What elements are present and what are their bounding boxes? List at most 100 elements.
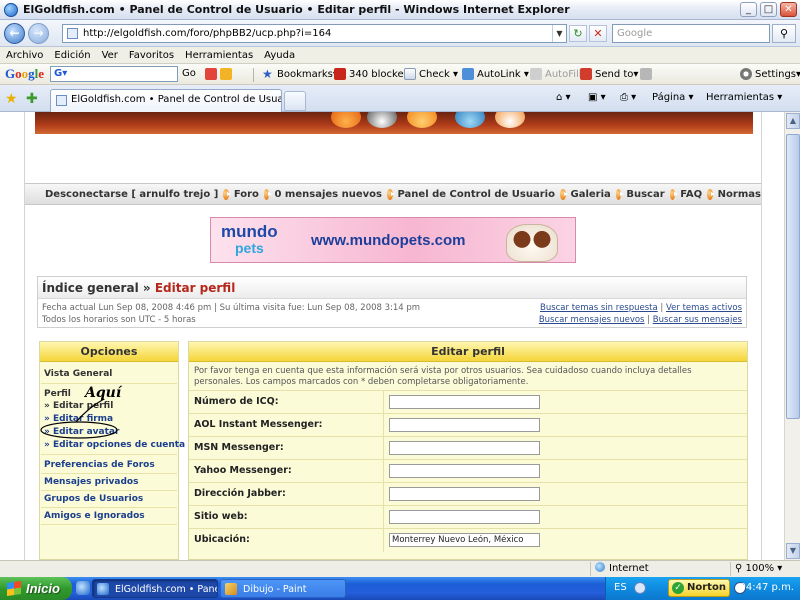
menu-favoritos[interactable]: Favoritos xyxy=(129,50,174,61)
scroll-up-icon[interactable]: ▲ xyxy=(786,113,800,129)
option-friends-foes[interactable]: Amigos e Ignorados xyxy=(44,511,145,521)
option-edit-account[interactable]: » Editar opciones de cuenta xyxy=(44,440,185,450)
nav-rules[interactable]: Normas xyxy=(718,189,761,200)
autolink-icon xyxy=(462,68,474,80)
annotation-text: Aquí xyxy=(85,385,122,401)
ad-logo-top: mundo xyxy=(221,222,278,241)
option-edit-signature[interactable]: » Editar firma xyxy=(44,414,113,424)
autolink-button[interactable]: AutoLink ▾ xyxy=(462,68,529,80)
option-edit-profile[interactable]: » Editar perfil xyxy=(44,401,113,411)
maximize-button[interactable]: □ xyxy=(760,2,777,17)
nav-user-control-panel[interactable]: Panel de Control de Usuario xyxy=(398,189,555,200)
autofill-button[interactable]: AutoFill xyxy=(530,68,582,80)
help-icon[interactable] xyxy=(634,582,646,594)
aim-field[interactable] xyxy=(389,418,540,432)
nav-forum[interactable]: Foro xyxy=(234,189,259,200)
send-to-button[interactable]: Send to▾ xyxy=(580,68,638,80)
favorites-star-icon[interactable]: ★ xyxy=(5,91,18,107)
link-active-topics[interactable]: Ver temas activos xyxy=(666,303,742,313)
bookmarks-button[interactable]: ★ Bookmarks▾ xyxy=(262,68,338,80)
option-edit-avatar[interactable]: » Editar avatar xyxy=(44,427,119,437)
menu-edicion[interactable]: Edición xyxy=(54,50,90,61)
vertical-scrollbar[interactable]: ▲ ▼ xyxy=(784,112,800,560)
start-button[interactable]: Inicio xyxy=(0,577,72,600)
zoom-level[interactable]: ⚲ 100% ▾ xyxy=(730,562,800,576)
divider xyxy=(41,524,177,525)
task-paint-window[interactable]: Dibujo - Paint xyxy=(220,579,346,598)
feeds-icon[interactable]: ▣ ▾ xyxy=(588,92,606,103)
website-field[interactable] xyxy=(389,510,540,524)
msn-field[interactable] xyxy=(389,441,540,455)
norton-tray-button[interactable]: ✓ Norton xyxy=(668,579,730,597)
news-icon[interactable] xyxy=(220,68,232,80)
url-dropdown-icon[interactable]: ▼ xyxy=(552,25,566,42)
menu-archivo[interactable]: Archivo xyxy=(6,50,43,61)
nav-faq[interactable]: FAQ xyxy=(680,189,702,200)
location-field[interactable] xyxy=(389,533,540,547)
popup-blocker[interactable]: 340 blocked xyxy=(334,68,410,80)
breadcrumb-separator: » xyxy=(142,281,151,295)
search-input[interactable]: Google xyxy=(612,24,770,43)
field-row-location: Ubicación: xyxy=(189,528,747,552)
scroll-down-icon[interactable]: ▼ xyxy=(786,543,800,559)
tab-label: ElGoldfish.com • Panel de Control de Usu… xyxy=(71,94,281,105)
link-unanswered-topics[interactable]: Buscar temas sin respuesta xyxy=(540,303,658,313)
new-tab-button[interactable] xyxy=(284,91,306,111)
ie-quicklaunch-icon[interactable] xyxy=(76,581,90,595)
goldfish-graphic xyxy=(495,112,525,128)
breadcrumb-current[interactable]: Editar perfil xyxy=(155,281,235,295)
menu-ayuda[interactable]: Ayuda xyxy=(264,50,295,61)
forward-button[interactable]: → xyxy=(28,23,49,44)
close-button[interactable]: ✕ xyxy=(780,2,797,17)
nav-search[interactable]: Buscar xyxy=(626,189,664,200)
edit-profile-title: Editar perfil xyxy=(189,342,747,362)
task-ie-window[interactable]: ElGoldfish.com • Pane... xyxy=(92,579,218,598)
google-go-button[interactable]: Go xyxy=(182,68,196,79)
breadcrumb-box: Índice general » Editar perfil Fecha act… xyxy=(37,276,747,328)
nav-bullet-icon xyxy=(386,188,395,200)
option-private-messages[interactable]: Mensajes privados xyxy=(44,477,138,487)
nav-logout[interactable]: Desconectarse [ arnulfo trejo ] xyxy=(45,189,218,200)
mundopets-ad-banner[interactable]: mundo pets www.mundopets.com xyxy=(210,217,576,263)
highlighter-icon[interactable] xyxy=(640,68,652,80)
option-user-groups[interactable]: Grupos de Usuarios xyxy=(44,494,143,504)
tab-elgoldfish[interactable]: ElGoldfish.com • Panel de Control de Usu… xyxy=(50,89,282,112)
google-search-input[interactable]: G▾ xyxy=(50,66,178,82)
minimize-button[interactable]: _ xyxy=(740,2,757,17)
menu-herramientas[interactable]: Herramientas xyxy=(185,50,253,61)
label-location: Ubicación: xyxy=(194,534,250,545)
back-button[interactable]: ← xyxy=(4,23,25,44)
option-profile[interactable]: Perfil xyxy=(44,389,71,399)
link-new-posts[interactable]: Buscar mensajes nuevos xyxy=(539,315,645,325)
option-forum-prefs[interactable]: Preferencias de Foros xyxy=(44,460,155,470)
icq-field[interactable] xyxy=(389,395,540,409)
settings-button[interactable]: Settings▾ xyxy=(740,68,800,80)
add-favorite-icon[interactable]: ✚ xyxy=(26,91,38,107)
tools-menu-button[interactable]: Herramientas ▾ xyxy=(706,92,782,103)
language-indicator[interactable]: ES xyxy=(614,582,627,593)
goldfish-graphic xyxy=(455,112,485,128)
magnifier-icon: ⚲ xyxy=(735,563,743,574)
jabber-field[interactable] xyxy=(389,487,540,501)
refresh-icon[interactable]: ↻ xyxy=(569,25,587,42)
print-icon[interactable]: ⎙ ▾ xyxy=(620,92,636,103)
spell-check-button[interactable]: Check ▾ xyxy=(404,68,458,80)
divider xyxy=(41,473,177,474)
option-overview[interactable]: Vista General xyxy=(44,369,112,379)
nav-new-messages[interactable]: 0 mensajes nuevos xyxy=(274,189,381,200)
toolbar-options-icon[interactable] xyxy=(205,68,217,80)
menu-ver[interactable]: Ver xyxy=(102,50,118,61)
abc-check-icon xyxy=(404,68,416,80)
toolbar-divider xyxy=(253,68,254,82)
stop-icon[interactable]: ✕ xyxy=(589,25,607,42)
search-icon[interactable]: ⚲ xyxy=(772,24,796,43)
yahoo-field[interactable] xyxy=(389,464,540,478)
home-icon[interactable]: ⌂ ▾ xyxy=(556,92,571,103)
nav-gallery[interactable]: Galeria xyxy=(571,189,611,200)
breadcrumb-index[interactable]: Índice general xyxy=(42,281,139,295)
page-menu-button[interactable]: Página ▾ xyxy=(652,92,694,103)
scroll-thumb[interactable] xyxy=(786,134,800,419)
link-your-posts[interactable]: Buscar sus mensajes xyxy=(653,315,742,325)
url-field[interactable]: http://elgoldfish.com/foro/phpBB2/ucp.ph… xyxy=(62,24,567,43)
taskbar: Inicio ElGoldfish.com • Pane... Dibujo -… xyxy=(0,577,800,600)
